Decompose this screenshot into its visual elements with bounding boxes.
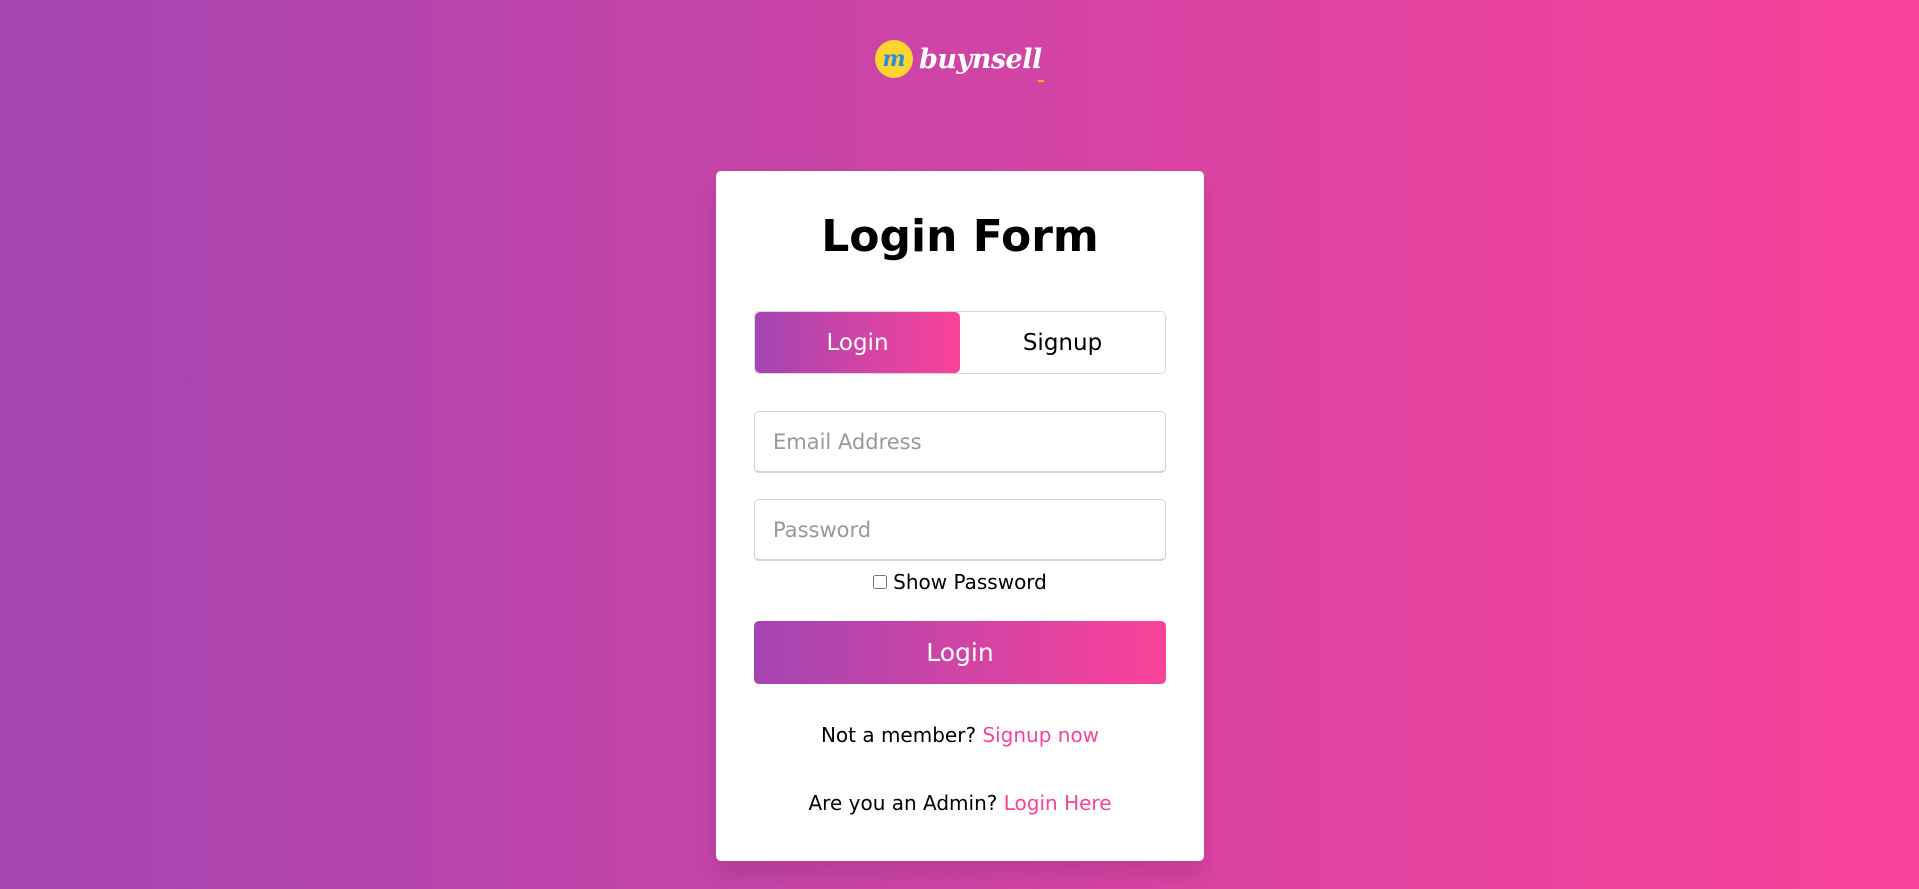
brand-logo[interactable]: m buynsell bbox=[875, 40, 1042, 78]
logo-badge-icon: m bbox=[875, 40, 913, 78]
show-password-toggle[interactable]: Show Password bbox=[716, 570, 1204, 594]
login-signup-switch: Login Signup bbox=[754, 311, 1166, 374]
admin-prompt-text: Are you an Admin? bbox=[808, 791, 998, 815]
login-card: Login Form Login Signup Show Password Lo… bbox=[716, 171, 1204, 861]
admin-login-link[interactable]: Login Here bbox=[1004, 791, 1112, 815]
admin-prompt: Are you an Admin? Login Here bbox=[716, 791, 1204, 815]
password-field[interactable] bbox=[754, 499, 1166, 561]
email-field[interactable] bbox=[754, 411, 1166, 473]
tab-login[interactable]: Login bbox=[755, 312, 960, 373]
logo-underline-mark bbox=[1038, 80, 1044, 82]
show-password-label: Show Password bbox=[893, 570, 1047, 594]
tab-signup[interactable]: Signup bbox=[960, 312, 1165, 373]
show-password-checkbox[interactable] bbox=[873, 575, 888, 589]
signup-prompt-text: Not a member? bbox=[820, 723, 977, 747]
signup-prompt: Not a member? Signup now bbox=[716, 723, 1204, 747]
form-title: Login Form bbox=[821, 211, 1099, 262]
login-submit-button[interactable]: Login bbox=[754, 621, 1166, 684]
brand-name: buynsell bbox=[919, 43, 1042, 75]
signup-now-link[interactable]: Signup now bbox=[982, 723, 1099, 747]
